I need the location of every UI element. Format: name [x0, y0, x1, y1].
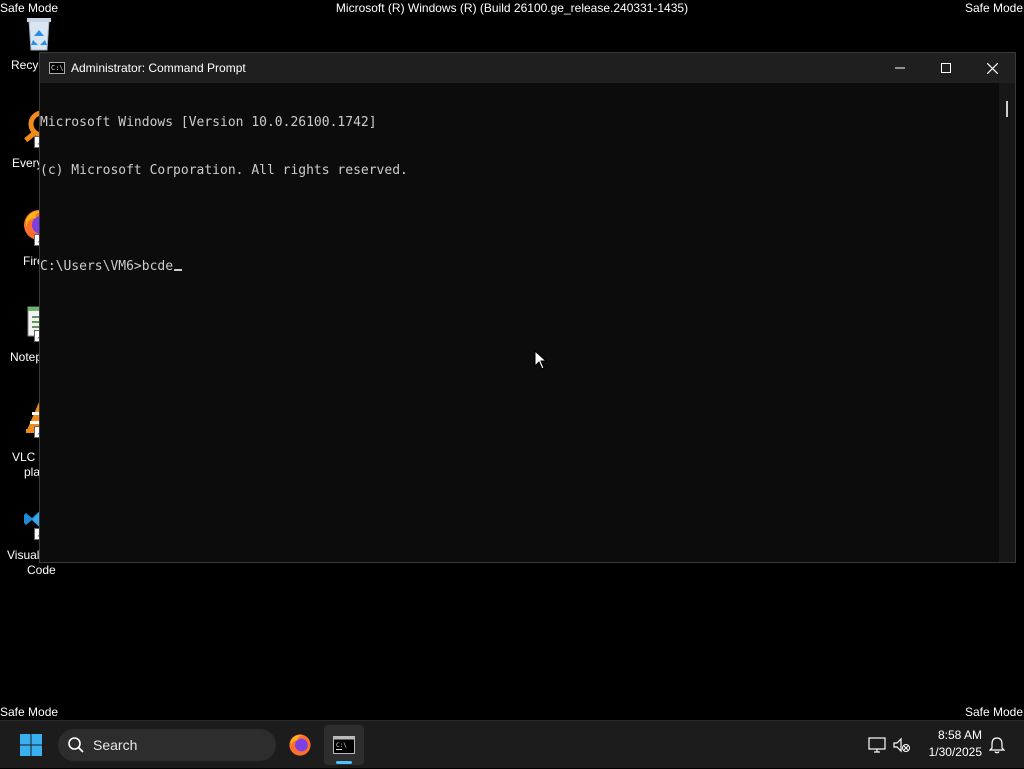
- window-title: Administrator: Command Prompt: [71, 61, 246, 75]
- maximize-button[interactable]: [923, 53, 969, 83]
- console-output[interactable]: Microsoft Windows [Version 10.0.26100.17…: [40, 83, 999, 562]
- mouse-pointer-icon: [534, 350, 548, 370]
- taskbar-app-command-prompt[interactable]: C:\: [324, 725, 364, 765]
- maximize-icon: [941, 63, 951, 73]
- desktop-icon-label: Visual: [7, 548, 40, 562]
- volume-muted-icon: [893, 737, 910, 753]
- taskbar: Search C:\ 8:58 AM 1/30/2025: [0, 720, 1024, 768]
- console-prompt-line[interactable]: C:\Users\VM6>bcde: [40, 259, 999, 275]
- taskbar-search-box[interactable]: Search: [58, 729, 276, 761]
- firefox-icon: [289, 734, 311, 756]
- close-button[interactable]: [969, 53, 1015, 83]
- desktop-icon-recycle-bin[interactable]: Recyc: [0, 14, 78, 72]
- command-prompt-icon: C:\: [49, 62, 65, 74]
- command-prompt-icon: C:\: [333, 736, 355, 754]
- tray-volume-icon[interactable]: [892, 721, 912, 769]
- safe-mode-label-bottom-left: Safe Mode: [0, 705, 59, 719]
- build-watermark: Microsoft (R) Windows (R) (Build 26100.g…: [335, 1, 689, 15]
- text-caret: [174, 269, 183, 271]
- minimize-button[interactable]: [877, 53, 923, 83]
- windows-logo-icon: [20, 734, 42, 756]
- close-icon: [986, 62, 998, 74]
- vertical-scrollbar[interactable]: [999, 83, 1015, 562]
- network-icon: [868, 737, 886, 753]
- search-placeholder: Search: [93, 737, 138, 753]
- system-clock[interactable]: 8:58 AM 1/30/2025: [929, 727, 982, 761]
- command-prompt-window[interactable]: C:\ Administrator: Command Prompt Micros…: [39, 52, 1016, 563]
- console-line: Microsoft Windows [Version 10.0.26100.17…: [40, 115, 377, 130]
- console-prompt-text: C:\Users\VM6>bcde: [40, 259, 174, 274]
- clock-time: 8:58 AM: [937, 728, 982, 742]
- active-app-indicator: [336, 761, 352, 764]
- clock-date: 1/30/2025: [928, 745, 982, 759]
- tray-network-icon[interactable]: [866, 721, 888, 769]
- start-button[interactable]: [19, 733, 43, 757]
- notifications-button[interactable]: [985, 721, 1009, 769]
- taskbar-app-firefox[interactable]: [280, 725, 320, 765]
- bell-icon: [989, 737, 1005, 754]
- desktop-icon-label-line2: Code: [27, 563, 56, 577]
- safe-mode-label-bottom-right: Safe Mode: [964, 705, 1023, 719]
- scrollbar-thumb[interactable]: [1006, 101, 1008, 117]
- console-line: (c) Microsoft Corporation. All rights re…: [40, 163, 408, 178]
- title-bar[interactable]: C:\ Administrator: Command Prompt: [40, 53, 1015, 83]
- svg-text:C:\: C:\: [336, 742, 347, 749]
- recycle-bin-icon: [22, 14, 56, 51]
- minimize-icon: [895, 67, 905, 69]
- search-icon: [68, 737, 84, 753]
